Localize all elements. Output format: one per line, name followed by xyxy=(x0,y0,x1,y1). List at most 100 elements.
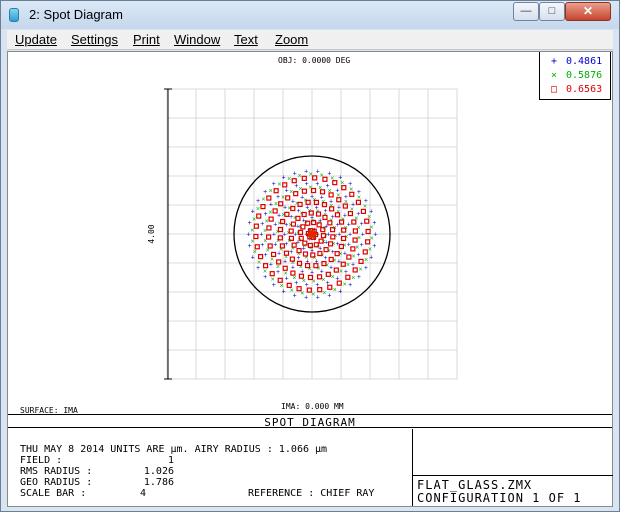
menu-window[interactable]: Window xyxy=(174,32,220,47)
spot-point xyxy=(266,225,272,231)
spot-point: × xyxy=(256,206,260,213)
scale-bar-label: SCALE BAR : xyxy=(20,488,87,499)
spot-point xyxy=(312,175,318,181)
spot-point: × xyxy=(291,245,295,252)
spot-point: × xyxy=(303,198,307,205)
spot-point: + xyxy=(361,232,365,239)
spot-point xyxy=(269,271,275,277)
spot-point xyxy=(263,263,269,269)
menu-zoom[interactable]: Zoom xyxy=(275,32,308,47)
rms-radius-value: 1.026 xyxy=(143,466,174,477)
spot-point xyxy=(285,195,291,201)
spot-point xyxy=(340,261,346,267)
close-button[interactable]: ✕ xyxy=(565,2,611,21)
title-bar[interactable]: 2: Spot Diagram — □ ✕ xyxy=(1,1,619,29)
spot-point xyxy=(317,287,323,293)
file-name: FLAT_GLASS.ZMX xyxy=(417,478,533,492)
spot-point: × xyxy=(368,247,372,254)
spot-point: × xyxy=(290,288,294,295)
spot-point xyxy=(293,191,299,197)
image-label: IMA: 0.000 MM xyxy=(281,402,344,411)
spot-point: + xyxy=(272,181,276,188)
spot-point: + xyxy=(256,198,260,205)
spot-point: + xyxy=(337,258,341,265)
menu-settings[interactable]: Settings xyxy=(71,32,118,47)
menu-text[interactable]: Text xyxy=(234,32,258,47)
configuration-label: CONFIGURATION 1 OF 1 xyxy=(417,491,582,505)
spot-point: × xyxy=(263,269,267,276)
spot-diagram-chart: 4.00 +++++ ++++++++++ + +++++++++++++++ + + ++… xyxy=(147,88,458,380)
maximize-button[interactable]: □ xyxy=(539,2,565,21)
spot-point xyxy=(268,216,274,222)
spot-point: + xyxy=(316,295,320,302)
spot-point xyxy=(346,254,352,260)
spot-point xyxy=(266,195,272,201)
scale-label: 4.00 xyxy=(147,224,156,243)
spot-point: × xyxy=(287,176,291,183)
spot-point: × xyxy=(355,244,359,251)
spot-point: × xyxy=(276,229,280,236)
spot-point: + xyxy=(329,264,333,271)
spot-point xyxy=(333,267,339,273)
spot-point: × xyxy=(284,271,288,278)
spot-point: + xyxy=(282,175,286,182)
spot-point: × xyxy=(298,173,302,180)
spot-points: +++++ ++++++++++ + +++++++++++++++ + + +++++++… xyxy=(247,168,378,301)
rms-radius-label: RMS RADIUS : xyxy=(20,466,93,477)
spot-point: + xyxy=(304,295,308,302)
spot-point: + xyxy=(327,293,331,300)
spot-point: + xyxy=(251,209,255,216)
spot-point: + xyxy=(276,194,280,201)
spot-point: + xyxy=(304,168,308,175)
spot-point: + xyxy=(337,232,341,239)
spot-point: + xyxy=(264,211,268,218)
spot-point: × xyxy=(252,216,256,223)
spot-point xyxy=(253,223,259,229)
spot-point: × xyxy=(339,269,343,276)
spot-point: × xyxy=(322,290,326,297)
file-info-inner: FLAT_GLASS.ZMX CONFIGURATION 1 OF 1 xyxy=(413,475,613,506)
spot-point: + xyxy=(360,242,364,249)
file-info-box: FLAT_GLASS.ZMX CONFIGURATION 1 OF 1 xyxy=(412,429,613,506)
field-label: FIELD : xyxy=(20,455,63,466)
spot-point: × xyxy=(300,291,304,298)
menu-bar: Update Settings Print Window Text Zoom xyxy=(7,30,613,50)
spot-point: × xyxy=(265,219,269,226)
spot-point: × xyxy=(333,287,337,294)
spot-point xyxy=(301,175,307,181)
spot-point: + xyxy=(293,170,297,177)
info-date-line: THU MAY 8 2014 UNITS ARE µm. AIRY RADIUS… xyxy=(20,444,328,455)
menu-update[interactable]: Update xyxy=(15,32,57,47)
spot-point: × xyxy=(274,201,278,208)
spot-point: + xyxy=(348,282,352,289)
spot-point: × xyxy=(261,197,265,204)
reference-label: REFERENCE : CHIEF RAY xyxy=(248,488,375,499)
spot-point: + xyxy=(369,254,373,261)
spot-point xyxy=(286,282,292,288)
spot-point: + xyxy=(356,252,360,259)
spot-point xyxy=(362,249,368,255)
plot-area: OBJ: 0.0000 DEG + 0.4861 × 0.5876 □ 0.65… xyxy=(7,51,613,507)
spot-point: × xyxy=(289,189,293,196)
spot-point: × xyxy=(257,259,261,266)
spot-diagram-window: 2: Spot Diagram — □ ✕ Update Settings Pr… xyxy=(0,0,620,512)
spot-diagram-title: SPOT DIAGRAM xyxy=(264,416,356,429)
spot-point: × xyxy=(351,275,355,282)
spot-point: + xyxy=(331,249,335,256)
spot-point: + xyxy=(248,220,252,227)
spot-point: × xyxy=(352,254,356,261)
spot-point: × xyxy=(302,278,306,285)
spot-point xyxy=(296,286,302,292)
geo-radius-label: GEO RADIUS : xyxy=(20,477,93,488)
spot-point: × xyxy=(317,265,321,272)
spot-point: + xyxy=(372,243,376,250)
spot-point xyxy=(273,188,279,194)
menu-print[interactable]: Print xyxy=(133,32,160,47)
app-icon xyxy=(9,8,19,22)
spot-point xyxy=(257,254,264,260)
spot-point: × xyxy=(270,256,274,263)
spot-point: + xyxy=(373,232,377,239)
minimize-button[interactable]: — xyxy=(513,2,539,21)
spot-point: × xyxy=(343,282,347,289)
spot-point xyxy=(352,267,358,273)
